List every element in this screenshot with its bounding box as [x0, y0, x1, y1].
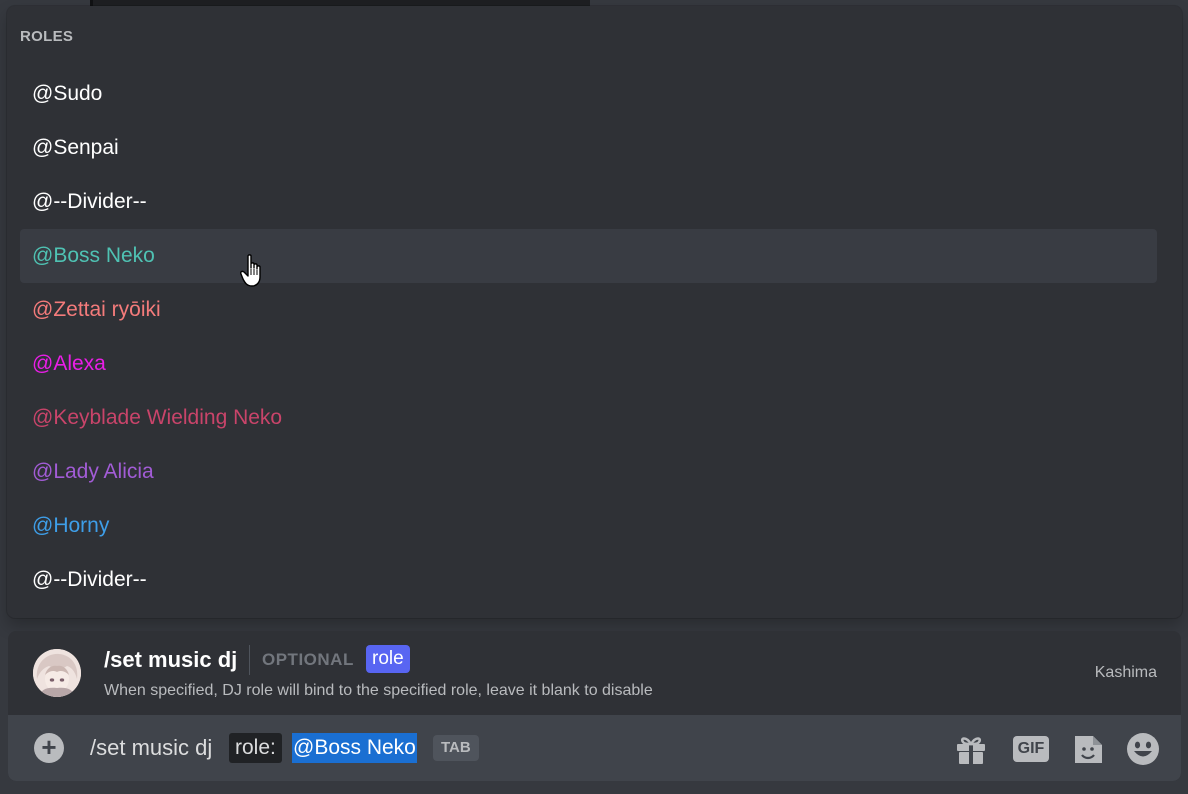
- plus-circle-icon: +: [41, 732, 57, 762]
- role-item[interactable]: @Zettai ryōiki: [20, 283, 1157, 337]
- bot-avatar: [33, 649, 81, 697]
- command-name: /set music dj: [104, 647, 238, 672]
- role-item[interactable]: @Boss Neko: [20, 229, 1157, 283]
- gif-icon: GIF: [1013, 736, 1049, 762]
- role-item[interactable]: @Horny: [20, 499, 1157, 553]
- gif-button[interactable]: GIF: [1013, 732, 1049, 766]
- command-input-text[interactable]: /set music dj: [90, 735, 212, 761]
- role-item[interactable]: @Alexa: [20, 337, 1157, 391]
- sticker-icon: [1075, 736, 1102, 763]
- emoji-icon: [1127, 733, 1159, 765]
- command-divider: [249, 645, 250, 675]
- role-item[interactable]: @Senpai: [20, 121, 1157, 175]
- message-input-bar[interactable]: + /set music dj role: @Boss Neko TAB GIF: [8, 715, 1181, 781]
- emoji-button[interactable]: [1126, 732, 1160, 766]
- gift-icon: [957, 737, 985, 764]
- autocomplete-popup: ROLES @Sudo @Senpai @--Divider-- @Boss Neko…: [7, 6, 1182, 618]
- hand-cursor-icon: [240, 254, 261, 287]
- role-item[interactable]: @Keyblade Wielding Neko: [20, 391, 1157, 445]
- gift-button[interactable]: [954, 732, 988, 766]
- add-attachment-button[interactable]: +: [34, 733, 64, 763]
- role-item[interactable]: @Lady Alicia: [20, 445, 1157, 499]
- role-list: @Sudo @Senpai @--Divider-- @Boss Neko @Zetta…: [20, 67, 1157, 607]
- command-description: When specified, DJ role will bind to the…: [104, 682, 653, 699]
- role-item[interactable]: @--Divider--: [20, 175, 1157, 229]
- role-item[interactable]: @--Divider--: [20, 553, 1157, 607]
- option-value-text[interactable]: @Boss Neko: [292, 733, 417, 763]
- tab-hint-badge: TAB: [433, 735, 479, 761]
- option-label-chip[interactable]: role:: [229, 733, 282, 763]
- sticker-button[interactable]: [1071, 732, 1105, 766]
- autocomplete-header: ROLES: [20, 28, 74, 45]
- command-app-name: Kashima: [1094, 664, 1157, 681]
- command-panel: /set music dj OPTIONAL role When specifi…: [8, 631, 1181, 781]
- option-role-pill[interactable]: role: [366, 645, 410, 673]
- role-item[interactable]: @Sudo: [20, 67, 1157, 121]
- optional-label: OPTIONAL: [262, 650, 354, 669]
